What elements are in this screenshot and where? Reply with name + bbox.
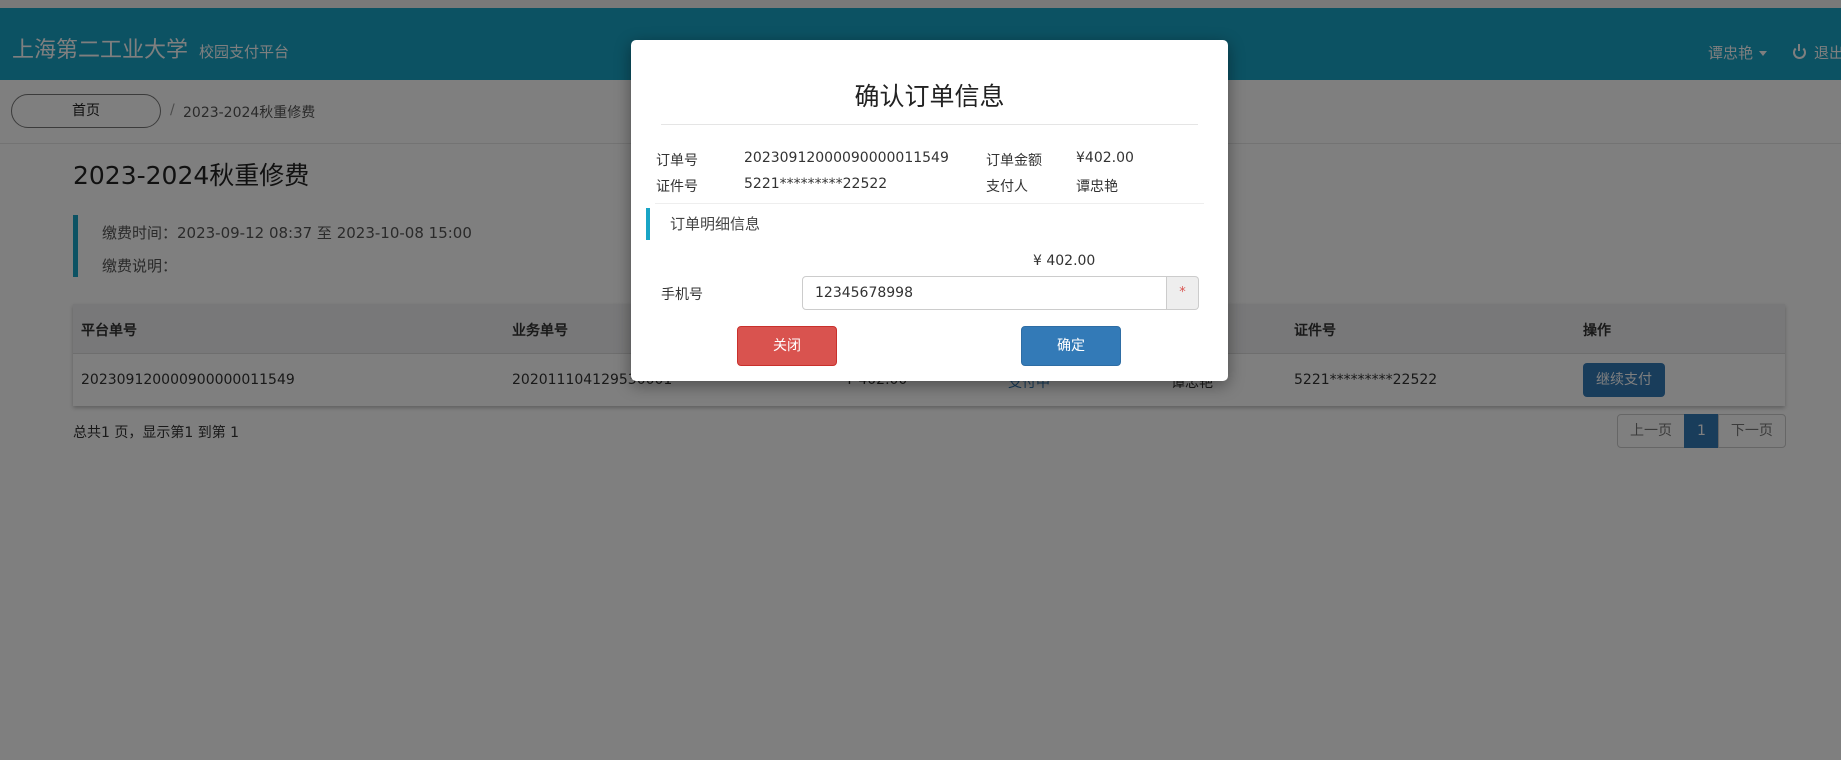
confirm-order-modal: 确认订单信息 订单号 20230912000090000011549 订单金额 …: [631, 40, 1228, 381]
phone-input[interactable]: [802, 276, 1167, 310]
id-no-label: 证件号: [656, 179, 698, 195]
order-no-label: 订单号: [656, 153, 698, 169]
order-amount-label: 订单金额: [986, 153, 1042, 169]
confirm-button[interactable]: 确定: [1021, 326, 1121, 366]
payer-value: 谭忠艳: [1076, 179, 1118, 195]
order-amount-value: ¥402.00: [1076, 150, 1134, 166]
modal-title: 确认订单信息: [854, 82, 1005, 111]
modal-divider-2: [655, 203, 1204, 204]
required-marker: *: [1167, 276, 1199, 310]
phone-label: 手机号: [661, 287, 703, 303]
order-detail-header: 订单明细信息: [646, 208, 760, 240]
close-button[interactable]: 关闭: [737, 326, 837, 366]
order-no-value: 20230912000090000011549: [744, 150, 949, 166]
payer-label: 支付人: [986, 179, 1028, 195]
modal-divider: [661, 124, 1198, 125]
phone-input-group: *: [802, 276, 1199, 310]
id-no-value: 5221*********22522: [744, 176, 888, 192]
detail-amount: ¥ 402.00: [1033, 253, 1096, 269]
